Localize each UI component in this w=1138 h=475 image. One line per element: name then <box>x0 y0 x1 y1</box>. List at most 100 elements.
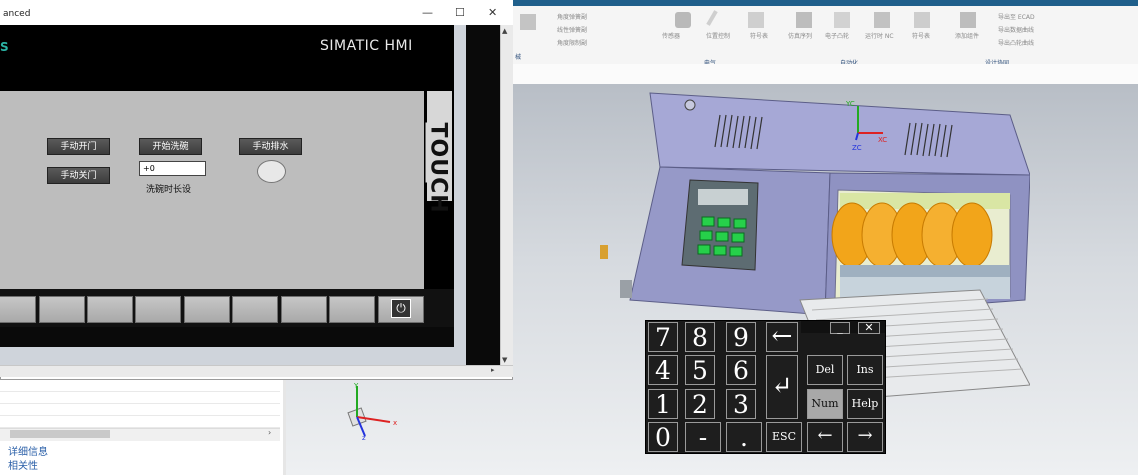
manual-open-door-button[interactable]: 手动开门 <box>47 138 110 155</box>
navigator-grid[interactable] <box>0 380 280 428</box>
ribbon-collab-item-4[interactable]: 导出凸轮曲线 <box>998 38 1034 47</box>
maximize-button[interactable]: ☐ <box>455 6 465 19</box>
key-7[interactable]: 7 <box>648 322 678 352</box>
key-right-arrow[interactable]: → <box>847 422 883 452</box>
siemens-logo: S <box>0 40 9 54</box>
view-triad-z-label: z <box>362 434 366 440</box>
key-4[interactable]: 4 <box>648 355 678 385</box>
ribbon-auto-item-1[interactable]: 仿真序列 <box>788 31 812 40</box>
add-component-icon[interactable] <box>960 12 976 28</box>
function-key-7[interactable] <box>281 296 327 323</box>
manual-drain-button[interactable]: 手动排水 <box>239 138 302 155</box>
machine-leg <box>620 280 632 298</box>
chamber-rail <box>840 193 1010 209</box>
hmi-screen <box>0 91 424 289</box>
scroll-right-icon[interactable]: › <box>268 428 271 437</box>
simatic-hmi-label: SIMATIC HMI <box>320 38 413 54</box>
sim-sequence-icon[interactable] <box>796 12 812 28</box>
scroll-down-icon[interactable]: ▼ <box>502 356 507 364</box>
key-esc[interactable]: ESC <box>766 422 802 452</box>
triad-yc-label: YC <box>845 100 855 108</box>
triad-zc-label: ZC <box>852 144 862 152</box>
top-knob <box>684 99 696 111</box>
power-icon: ⏻ <box>391 299 411 318</box>
wash-duration-label: 洗碗时长设 <box>146 185 192 195</box>
panel-keys <box>697 216 747 257</box>
function-key-2[interactable] <box>39 296 85 323</box>
ribbon-collab-item-3[interactable]: 导出数据曲线 <box>998 25 1034 34</box>
view-triad-y-label: Y <box>353 382 359 390</box>
ribbon-auto-item-2[interactable]: 电子凸轮 <box>825 31 849 40</box>
nx-title-strip <box>513 0 1138 6</box>
automation-symbol-icon[interactable] <box>914 12 930 28</box>
view-triad-x-label: x <box>393 419 397 427</box>
ribbon-elec-item-3[interactable]: 符号表 <box>750 31 768 40</box>
panel-splitter[interactable] <box>283 380 286 475</box>
hmi-window-title: anced <box>3 9 31 19</box>
ribbon-elec-item-2[interactable]: 位置控制 <box>706 31 730 40</box>
side-connector <box>600 245 608 259</box>
drain-status-lamp <box>257 160 286 183</box>
e-cam-icon[interactable] <box>834 12 850 28</box>
key-5[interactable]: 5 <box>685 355 715 385</box>
ribbon-spring-item-1[interactable]: 角度弹簧副 <box>557 12 587 21</box>
key-2[interactable]: 2 <box>685 389 715 419</box>
function-key-5[interactable] <box>184 296 230 323</box>
key-ins[interactable]: Ins <box>847 355 883 385</box>
key-enter[interactable]: ↵ <box>766 355 798 419</box>
close-button[interactable]: ✕ <box>488 6 497 19</box>
minimize-button[interactable]: — <box>422 6 433 19</box>
ribbon-spring-item-3[interactable]: 角度限制副 <box>557 38 587 47</box>
function-key-6[interactable] <box>232 296 278 323</box>
ribbon-group-mech: 械 <box>515 54 522 61</box>
key-0[interactable]: 0 <box>648 422 678 452</box>
hmi-horizontal-scrollbar[interactable] <box>0 365 513 377</box>
key-del[interactable]: Del <box>807 355 843 385</box>
keypad-close-button[interactable]: ✕ <box>858 322 880 334</box>
ribbon-collab-item-1[interactable]: 添加组件 <box>955 31 979 40</box>
key-num[interactable]: Num <box>807 389 843 419</box>
scroll-right-arrow-icon[interactable]: ▸ <box>491 366 495 374</box>
ribbon-auto-item-3[interactable]: 运行时 NC <box>865 31 894 40</box>
hmi-vertical-scrollbar[interactable] <box>500 25 513 370</box>
function-key-3[interactable] <box>87 296 133 323</box>
ribbon-auto-item-4[interactable]: 符号表 <box>912 31 930 40</box>
key-3[interactable]: 3 <box>726 389 756 419</box>
ribbon-elec-item-1[interactable]: 传感器 <box>662 31 680 40</box>
key-help[interactable]: Help <box>847 389 883 419</box>
ribbon-collab-item-2[interactable]: 导出至 ECAD <box>998 12 1035 21</box>
hmi-brand-bar <box>0 25 454 91</box>
function-key-8[interactable] <box>329 296 375 323</box>
hmi-bezel-right <box>454 25 466 370</box>
panel-display <box>698 189 748 205</box>
nav-details-item[interactable]: 详细信息 <box>8 443 48 458</box>
ribbon-spring-item-2[interactable]: 线性弹簧副 <box>557 25 587 34</box>
wash-duration-input[interactable]: +0 <box>139 161 206 176</box>
start-wash-button[interactable]: 开始洗碗 <box>139 138 202 155</box>
view-triad[interactable]: Y x z <box>330 380 410 440</box>
key-1[interactable]: 1 <box>648 389 678 419</box>
key-9[interactable]: 9 <box>726 322 756 352</box>
key-backspace[interactable]: ← <box>766 322 798 352</box>
sensor-icon[interactable] <box>675 12 691 28</box>
manual-close-door-button[interactable]: 手动关门 <box>47 167 110 184</box>
scroll-up-icon[interactable]: ▲ <box>502 27 507 35</box>
key-dot[interactable]: . <box>726 422 762 452</box>
runtime-nc-icon[interactable] <box>874 12 890 28</box>
key-6[interactable]: 6 <box>726 355 756 385</box>
part-csys-triad: YC XC ZC <box>845 100 887 152</box>
ribbon-tool-icon[interactable] <box>520 14 536 30</box>
chamber-tray <box>840 265 1010 277</box>
nx-command-row <box>513 64 1138 85</box>
key-minus[interactable]: - <box>685 422 721 452</box>
function-key-1[interactable] <box>0 296 36 323</box>
keypad-minimize-button[interactable]: _ <box>830 322 850 334</box>
function-key-4[interactable] <box>135 296 181 323</box>
symbol-table-icon[interactable] <box>748 12 764 28</box>
key-8[interactable]: 8 <box>685 322 715 352</box>
hmi-window-titlebar[interactable] <box>0 0 513 25</box>
triad-xc-label: XC <box>878 136 887 144</box>
navigator-hscroll-thumb[interactable] <box>10 430 110 438</box>
key-left-arrow[interactable]: ← <box>807 422 843 452</box>
nav-dependencies-item[interactable]: 相关性 <box>8 457 38 472</box>
